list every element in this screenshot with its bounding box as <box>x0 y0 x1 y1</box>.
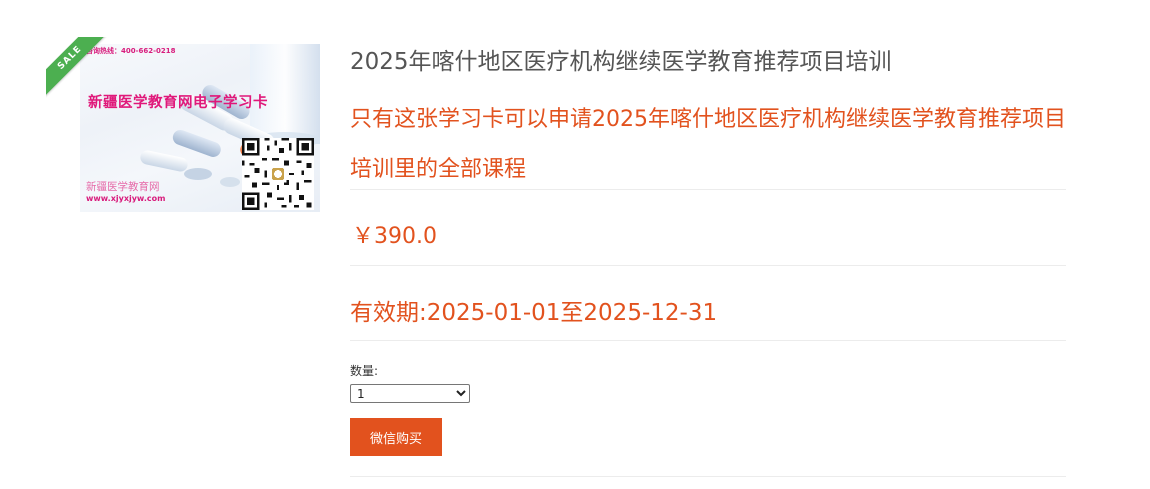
product-description: 只有这张学习卡可以申请2025年喀什地区医疗机构继续医学教育推荐项目培训里的全部… <box>350 107 1066 182</box>
product-price: ￥390.0 <box>352 224 437 249</box>
product-title: 2025年喀什地区医疗机构继续医学教育推荐项目培训 <box>350 49 892 75</box>
qr-code-icon <box>242 138 314 210</box>
card-title: 新疆医学教育网电子学习卡 <box>88 95 268 111</box>
sale-ribbon: SALE <box>46 37 112 103</box>
quantity-select[interactable]: 1 <box>350 384 470 403</box>
divider <box>350 340 1066 341</box>
card-brand: 新疆医学教育网 <box>86 181 160 193</box>
wechat-buy-button[interactable]: 微信购买 <box>350 418 442 456</box>
validity-period: 有效期:2025-01-01至2025-12-31 <box>350 300 718 326</box>
divider <box>350 189 1066 190</box>
sale-badge: SALE <box>46 37 112 100</box>
divider <box>350 476 1066 477</box>
quantity-label: 数量: <box>350 364 379 378</box>
card-url: www.xjyxjyw.com <box>86 194 166 203</box>
product-image[interactable]: 咨询热线：400-662-0218 新疆医学教育网电子学习卡 新疆医学教育网 w… <box>80 44 320 212</box>
divider <box>350 265 1066 266</box>
